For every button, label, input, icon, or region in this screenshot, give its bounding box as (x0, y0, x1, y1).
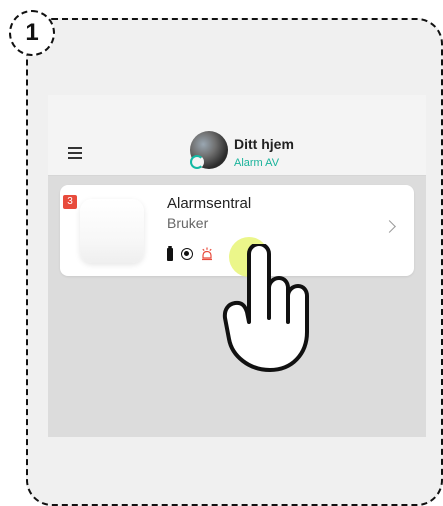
home-title[interactable]: Ditt hjem (234, 136, 294, 152)
step-number: 1 (25, 19, 39, 46)
device-subtitle: Bruker (167, 215, 209, 231)
chevron-right-icon[interactable] (383, 220, 396, 233)
menu-icon-line (68, 157, 82, 159)
device-status-icons (167, 245, 213, 263)
signal-4g-icon (181, 248, 193, 260)
battery-icon (167, 245, 173, 261)
step-number-badge: 1 (9, 10, 55, 56)
home-subtitle: Alarm AV (234, 157, 280, 169)
tutorial-frame: 1 Ditt hjem Alarm AV 3 Alarmsentral Bruk… (0, 0, 443, 506)
sync-status-icon (190, 155, 204, 169)
count-badge: 3 (63, 195, 77, 209)
alarm-icon (202, 247, 212, 261)
menu-icon-line (68, 147, 82, 149)
top-bar: Ditt hjem Alarm AV (48, 95, 426, 176)
menu-icon-line (68, 152, 82, 154)
menu-icon[interactable] (68, 147, 82, 159)
device-title: Alarmsentral (167, 195, 252, 212)
device-image (80, 199, 144, 263)
hand-pointer-icon (222, 244, 309, 372)
